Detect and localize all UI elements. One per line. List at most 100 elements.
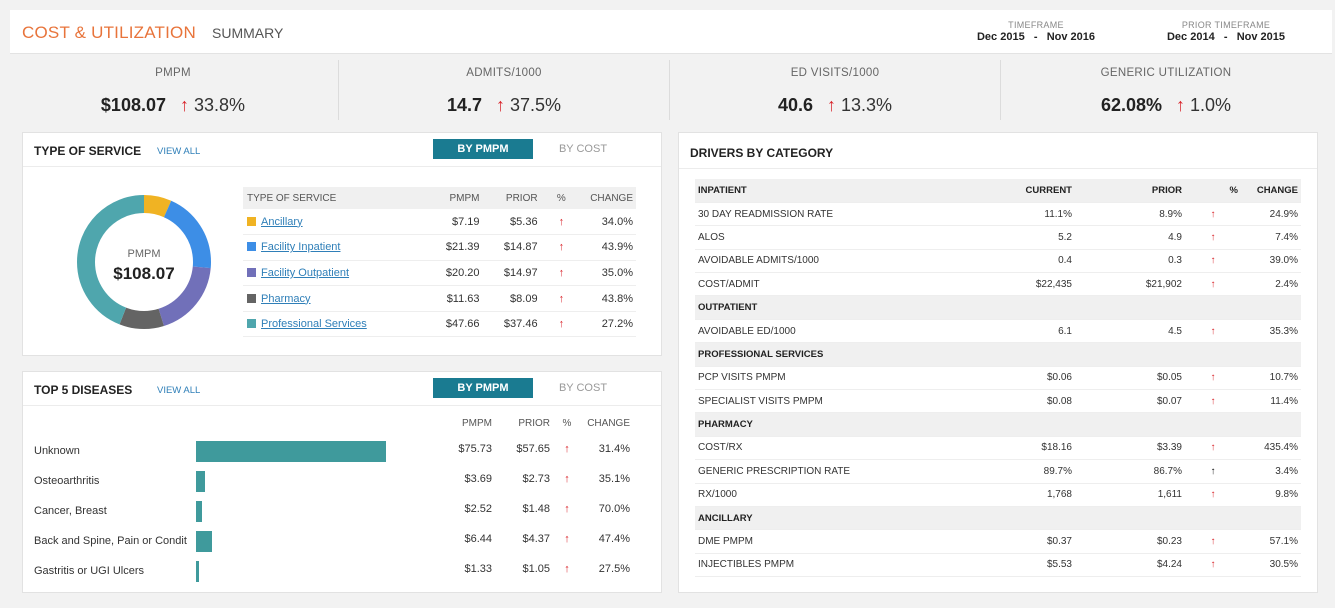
- up-arrow-icon: ↑: [1210, 442, 1216, 454]
- up-arrow-icon: ↑: [1210, 395, 1216, 407]
- table-row: RX/1000 1,768 1,611 ↑ 9.8%: [695, 483, 1301, 507]
- by-cost-tab[interactable]: BY COST: [533, 139, 633, 159]
- section-name: PROFESSIONAL SERVICES: [695, 342, 1301, 367]
- view-all-link[interactable]: VIEW ALL: [157, 385, 200, 396]
- disease-bar: [196, 531, 213, 552]
- change-cell: 43.9%: [582, 234, 636, 261]
- up-arrow-icon: ↑: [1210, 536, 1216, 548]
- change-cell: 7.4%: [1241, 225, 1301, 250]
- pmpm-cell: $47.66: [424, 311, 483, 338]
- table-row: $1.33 $1.05 ↑ 27.5%: [443, 554, 633, 584]
- panel-title: TYPE OF SERVICE: [34, 144, 142, 158]
- timeframe-label: TIMEFRAME: [1008, 20, 1064, 30]
- column-header: %: [540, 187, 583, 209]
- table-row: Facility Inpatient $21.39 $14.87 ↑ 43.9%: [243, 234, 636, 261]
- service-link-facility-inpatient[interactable]: Facility Inpatient: [261, 241, 340, 253]
- change-cell: 35.1%: [598, 473, 630, 485]
- prior-cell: $0.07: [1075, 389, 1185, 414]
- kpi-ed-visits: ED VISITS/1000 40.6 ↑ 13.3%: [671, 56, 999, 126]
- table-row: Facility Outpatient $20.20 $14.97 ↑ 35.0…: [243, 260, 636, 287]
- up-arrow-icon: ↑: [1210, 325, 1216, 337]
- service-link-ancillary[interactable]: Ancillary: [261, 216, 303, 228]
- disease-name: Unknown: [34, 445, 80, 457]
- kpi-value: 14.7: [446, 95, 482, 115]
- kpi-change: 13.3%: [841, 95, 893, 115]
- prior-cell: 1,611: [1075, 483, 1185, 507]
- up-arrow-icon: ↑: [558, 318, 565, 331]
- table-row: Pharmacy $11.63 $8.09 ↑ 43.8%: [243, 285, 636, 312]
- metric-name: COST/RX: [695, 436, 925, 461]
- service-donut-chart: PMPM $108.07: [77, 195, 211, 329]
- prior-cell: 0.3: [1075, 249, 1185, 274]
- metric-name: ALOS: [695, 225, 925, 250]
- change-cell: 39.0%: [1241, 249, 1301, 274]
- table-row: 30 DAY READMISSION RATE 11.1% 8.9% ↑ 24.9%: [695, 202, 1301, 227]
- panel-title: DRIVERS BY CATEGORY: [690, 146, 834, 160]
- legend-swatch: [247, 267, 256, 277]
- metric-name: SPECIALIST VISITS PMPM: [695, 389, 925, 414]
- column-header: CHANGE: [587, 417, 630, 429]
- up-arrow-icon: ↑: [826, 95, 836, 115]
- up-arrow-icon: ↑: [180, 95, 189, 115]
- by-pmpm-tab[interactable]: BY PMPM: [433, 139, 533, 159]
- by-pmpm-tab[interactable]: BY PMPM: [433, 378, 533, 398]
- panel-header: TOP 5 DISEASES VIEW ALL BY PMPM BY COST: [23, 372, 661, 406]
- pmpm-cell: $3.69: [464, 473, 492, 485]
- prior-cell: 86.7%: [1075, 459, 1185, 484]
- page-header: COST & UTILIZATION SUMMARY TIMEFRAME Dec…: [10, 10, 1332, 54]
- column-header: PMPM: [424, 187, 483, 209]
- disease-bar: [196, 441, 386, 462]
- current-cell: 89.7%: [925, 459, 1075, 484]
- kpi-value: $108.07: [100, 95, 166, 115]
- current-cell: $18.16: [925, 436, 1075, 461]
- kpi-divider: [669, 60, 670, 120]
- prior-cell: $4.37: [522, 533, 550, 545]
- change-cell: 27.5%: [598, 563, 630, 575]
- service-link-facility-outpatient[interactable]: Facility Outpatient: [261, 267, 349, 279]
- table-row: $75.73 $57.65 ↑ 31.4%: [443, 434, 633, 464]
- disease-bar: [196, 501, 203, 522]
- summary-tab[interactable]: SUMMARY: [212, 25, 283, 41]
- metric-name: DME PMPM: [695, 529, 925, 554]
- change-cell: 27.2%: [582, 311, 636, 338]
- prior-timeframe[interactable]: PRIOR TIMEFRAME Dec 2014 - Nov 2015: [1162, 20, 1290, 43]
- by-cost-tab[interactable]: BY COST: [533, 378, 633, 398]
- column-header: TYPE OF SERVICE: [243, 187, 425, 209]
- prior-cell: $1.48: [522, 503, 550, 515]
- up-arrow-icon: ↑: [1210, 278, 1216, 290]
- service-link-professional-services[interactable]: Professional Services: [261, 318, 367, 330]
- metric-name: COST/ADMIT: [695, 272, 925, 297]
- prior-cell: 8.9%: [1075, 202, 1185, 227]
- change-cell: 9.8%: [1241, 483, 1301, 507]
- service-link-pharmacy[interactable]: Pharmacy: [261, 293, 311, 305]
- table-header-row: PMPM PRIOR % CHANGE: [443, 412, 633, 434]
- prior-cell: $5.36: [482, 209, 541, 236]
- up-arrow-icon: ↑: [564, 503, 570, 515]
- up-arrow-icon: ↑: [558, 241, 565, 254]
- kpi-label: PMPM: [155, 67, 191, 79]
- pmpm-cell: $2.52: [464, 503, 492, 515]
- current-cell: $5.53: [925, 553, 1075, 578]
- view-all-link[interactable]: VIEW ALL: [157, 146, 200, 157]
- disease-name: Osteoarthritis: [34, 475, 100, 487]
- prior-cell: $3.39: [1075, 436, 1185, 461]
- prior-cell: $14.87: [482, 234, 541, 261]
- table-row: $2.52 $1.48 ↑ 70.0%: [443, 494, 633, 524]
- prior-cell: $57.65: [516, 443, 550, 455]
- change-cell: 11.4%: [1241, 389, 1301, 414]
- timeframe[interactable]: TIMEFRAME Dec 2015 - Nov 2016: [976, 20, 1096, 43]
- table-row: Professional Services $47.66 $37.46 ↑ 27…: [243, 311, 636, 338]
- prior-cell: $37.46: [482, 311, 541, 338]
- change-cell: 35.3%: [1241, 319, 1301, 344]
- change-cell: 435.4%: [1241, 436, 1301, 461]
- panel-title: TOP 5 DISEASES: [34, 383, 133, 397]
- donut-value: $108.07: [113, 264, 174, 283]
- pmpm-cell: $6.44: [464, 533, 492, 545]
- up-arrow-icon: ↑: [1210, 465, 1216, 477]
- section-header-row: ANCILLARY: [695, 506, 1301, 531]
- table-row: COST/ADMIT $22,435 $21,902 ↑ 2.4%: [695, 272, 1301, 297]
- change-cell: 34.0%: [582, 209, 636, 236]
- current-cell: $0.08: [925, 389, 1075, 414]
- table-row: $6.44 $4.37 ↑ 47.4%: [443, 524, 633, 554]
- section-name: INPATIENT: [695, 179, 925, 203]
